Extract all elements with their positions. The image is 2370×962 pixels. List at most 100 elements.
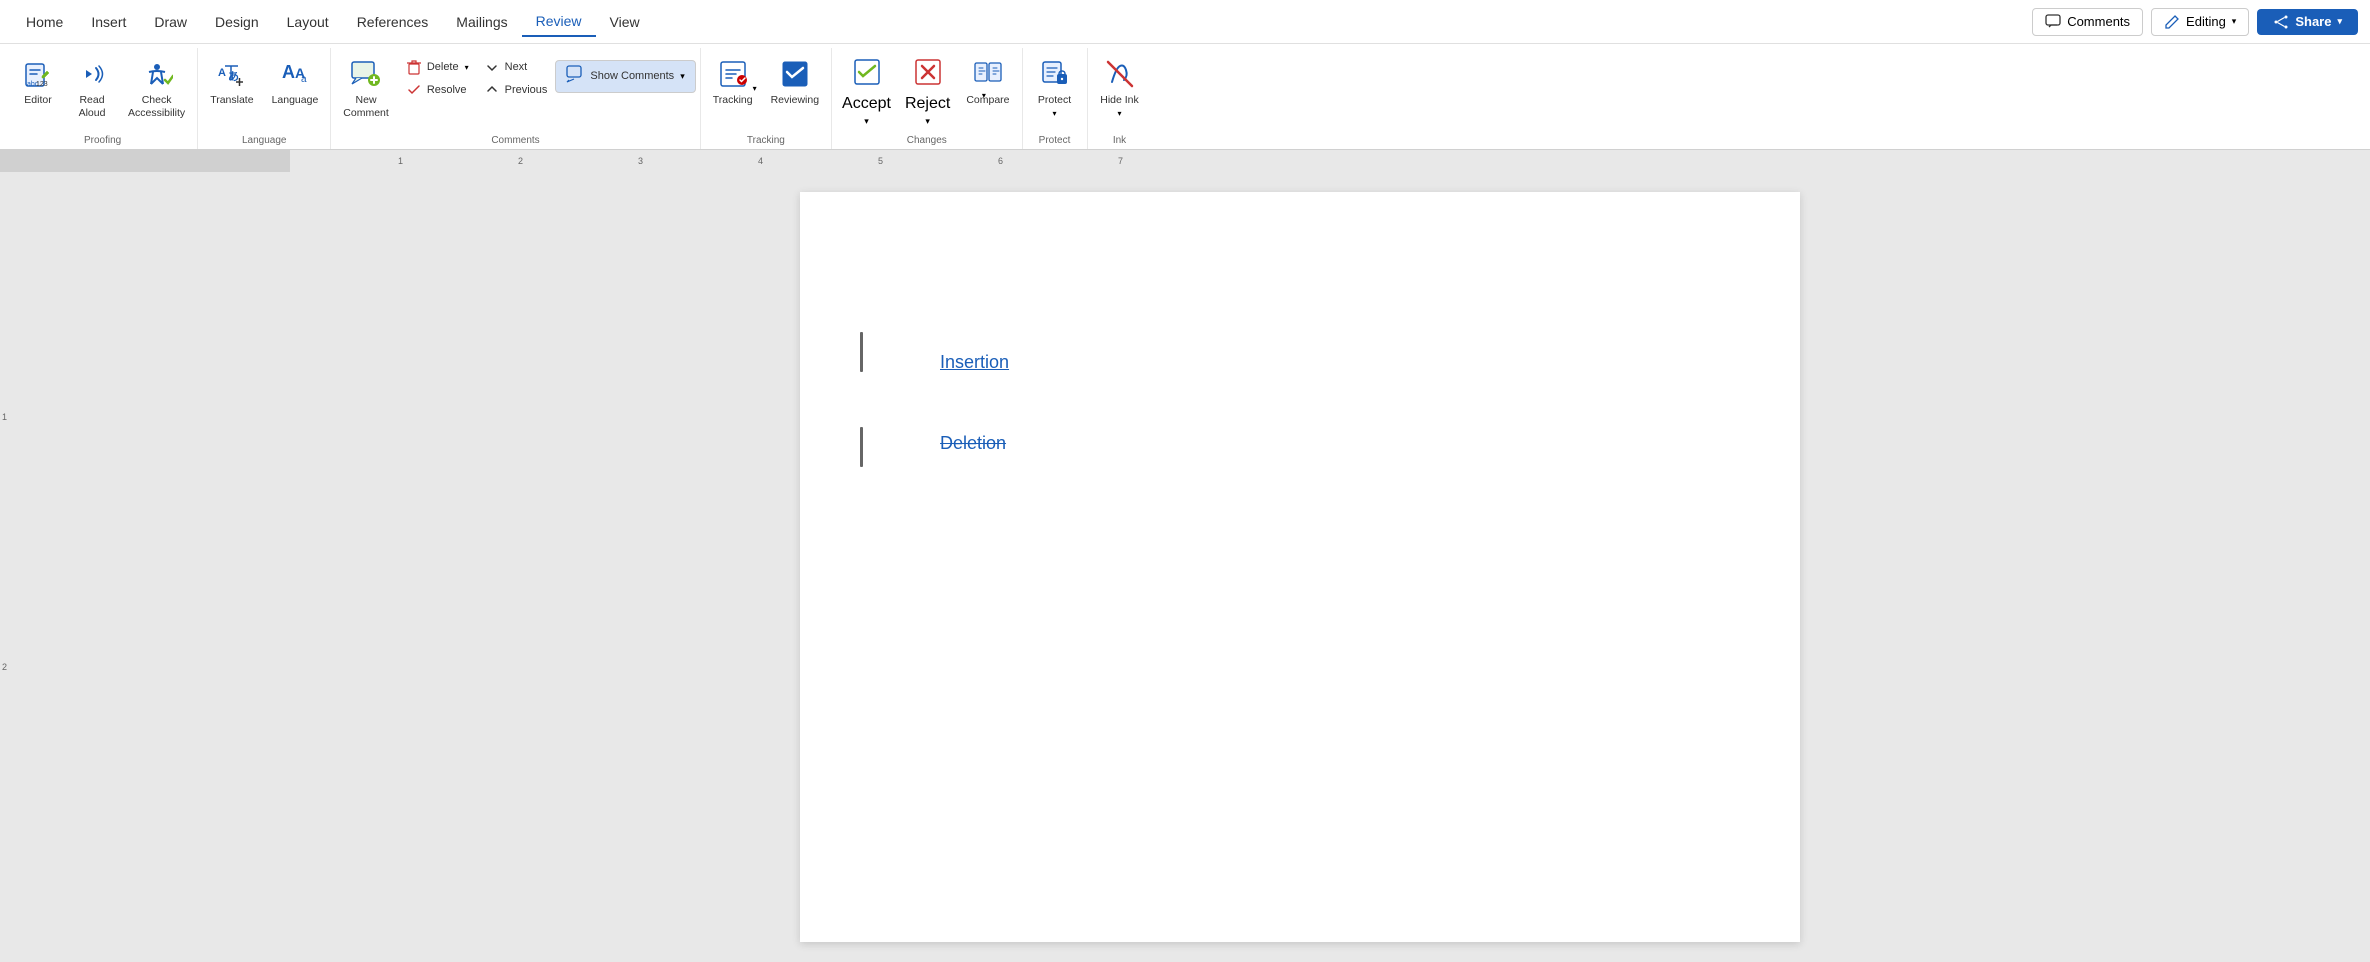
title-bar-actions: Comments Editing ▾ Share ▾ [2032, 8, 2358, 36]
check-accessibility-button[interactable]: Check Accessibility [120, 52, 193, 123]
ruler-mark-7: 7 [1118, 156, 1123, 166]
read-aloud-label: Read Aloud [79, 94, 106, 119]
show-comments-label: Show Comments [590, 70, 674, 83]
menu-home[interactable]: Home [12, 8, 77, 36]
language-label: Language [272, 94, 319, 107]
check-accessibility-icon [139, 56, 175, 92]
editor-button[interactable]: abc 123 Editor [12, 52, 64, 111]
resolve-label: Resolve [427, 84, 467, 96]
show-comments-button[interactable]: Show Comments ▾ [555, 60, 695, 93]
reject-label: Reject [905, 95, 950, 113]
new-comment-label: New Comment [343, 94, 389, 119]
ruler-mark-3: 3 [638, 156, 643, 166]
menu-references[interactable]: References [343, 8, 443, 36]
hide-ink-icon [1102, 56, 1138, 92]
doc-main[interactable]: Insertion Deletion [290, 172, 2310, 962]
deletion-change-bar [860, 427, 863, 467]
ribbon: abc 123 Editor Read Al [0, 44, 2370, 150]
menu-view[interactable]: View [596, 8, 654, 36]
accept-icon [851, 56, 883, 93]
insertion-change-bar [860, 332, 863, 372]
previous-label: Previous [505, 84, 548, 96]
previous-button[interactable]: Previous [477, 79, 554, 101]
resolve-button[interactable]: Resolve [399, 79, 475, 101]
comments-group: New Comment Delete ▾ [331, 48, 700, 149]
protect-icon [1037, 56, 1073, 92]
doc-right-panel [2310, 172, 2370, 962]
reject-dropdown[interactable]: ▾ [919, 115, 936, 130]
protect-content: Protect ▾ [1027, 48, 1083, 135]
compare-icon [970, 56, 1006, 92]
ruler-mark-6: 6 [998, 156, 1003, 166]
comment-nav: Next Previous [477, 52, 554, 101]
changes-group: Accept ▾ Reject ▾ [832, 48, 1022, 149]
menu-mailings[interactable]: Mailings [442, 8, 521, 36]
translate-icon: A あ [214, 56, 250, 92]
comments-group-label: Comments [335, 135, 695, 149]
translate-button[interactable]: A あ Translate [202, 52, 261, 111]
delete-label: Delete [427, 61, 459, 73]
tracking-group: Tracking ▾ Reviewing Tracking [701, 48, 832, 149]
menu-draw[interactable]: Draw [140, 8, 201, 36]
ruler-left-margin [0, 150, 290, 172]
tracking-label: Tracking [713, 94, 753, 107]
show-comments-dropdown-icon: ▾ [680, 71, 685, 82]
share-button[interactable]: Share ▾ [2257, 9, 2358, 35]
hide-ink-button[interactable]: Hide Ink ▾ [1092, 52, 1148, 122]
comments-button[interactable]: Comments [2032, 8, 2143, 36]
compare-label: Compare [966, 94, 1009, 107]
menu-review[interactable]: Review [522, 7, 596, 37]
vruler-1: 1 [2, 412, 7, 422]
accept-dropdown[interactable]: ▾ [858, 115, 875, 130]
ink-content: Hide Ink ▾ [1092, 48, 1148, 135]
new-comment-icon [348, 56, 384, 92]
reviewing-label: Reviewing [771, 94, 819, 107]
language-button[interactable]: A A a Language [264, 52, 327, 111]
share-icon [2273, 14, 2289, 30]
doc-left-panel: 1 2 [0, 172, 290, 962]
language-group: A あ Translate A A [198, 48, 331, 149]
ruler-mark-1: 1 [398, 156, 403, 166]
next-label: Next [505, 61, 528, 73]
protect-group: Protect ▾ Protect [1023, 48, 1088, 149]
next-button[interactable]: Next [477, 56, 554, 78]
svg-text:a: a [301, 74, 307, 85]
language-group-label: Language [202, 135, 326, 149]
ruler-main: 1 2 3 4 5 6 7 [290, 150, 2370, 172]
reject-split-button[interactable]: Reject ▾ [899, 52, 956, 130]
svg-text:123: 123 [36, 81, 48, 88]
accept-button-main[interactable]: Accept [836, 52, 897, 115]
accept-split-button[interactable]: Accept ▾ [836, 52, 897, 130]
protect-button[interactable]: Protect ▾ [1027, 52, 1083, 122]
tracking-icon [715, 56, 751, 92]
reject-button-main[interactable]: Reject [899, 52, 956, 115]
comments-content: New Comment Delete ▾ [335, 48, 695, 135]
menu-layout[interactable]: Layout [273, 8, 343, 36]
read-aloud-button[interactable]: Read Aloud [66, 52, 118, 123]
menu-design[interactable]: Design [201, 8, 273, 36]
language-content: A あ Translate A A [202, 48, 326, 135]
new-comment-button[interactable]: New Comment [335, 52, 397, 123]
delete-button[interactable]: Delete ▾ [399, 56, 475, 78]
insertion-text: Insertion [940, 352, 1720, 373]
page: Insertion Deletion [800, 192, 1800, 942]
editor-icon: abc 123 [20, 56, 56, 92]
svg-text:あ: あ [228, 70, 239, 83]
menu-bar: Home Insert Draw Design Layout Reference… [0, 0, 2370, 44]
menu-insert[interactable]: Insert [77, 8, 140, 36]
svg-text:A: A [218, 67, 226, 79]
editing-label: Editing [2186, 14, 2226, 29]
comment-icon [2045, 14, 2061, 30]
proofing-group: abc 123 Editor Read Al [8, 48, 198, 149]
comments-label: Comments [2067, 14, 2130, 29]
editing-dropdown-icon: ▾ [2232, 16, 2237, 27]
menu-items: Home Insert Draw Design Layout Reference… [12, 7, 2032, 37]
tracking-button[interactable]: Tracking ▾ [705, 52, 761, 111]
editing-button[interactable]: Editing ▾ [2151, 8, 2249, 36]
ruler-mark-2: 2 [518, 156, 523, 166]
reject-icon [912, 56, 944, 93]
delete-icon [405, 58, 423, 76]
compare-button[interactable]: Compare ▾ [958, 52, 1017, 122]
changes-content: Accept ▾ Reject ▾ [836, 48, 1017, 135]
reviewing-button[interactable]: Reviewing [763, 52, 827, 111]
